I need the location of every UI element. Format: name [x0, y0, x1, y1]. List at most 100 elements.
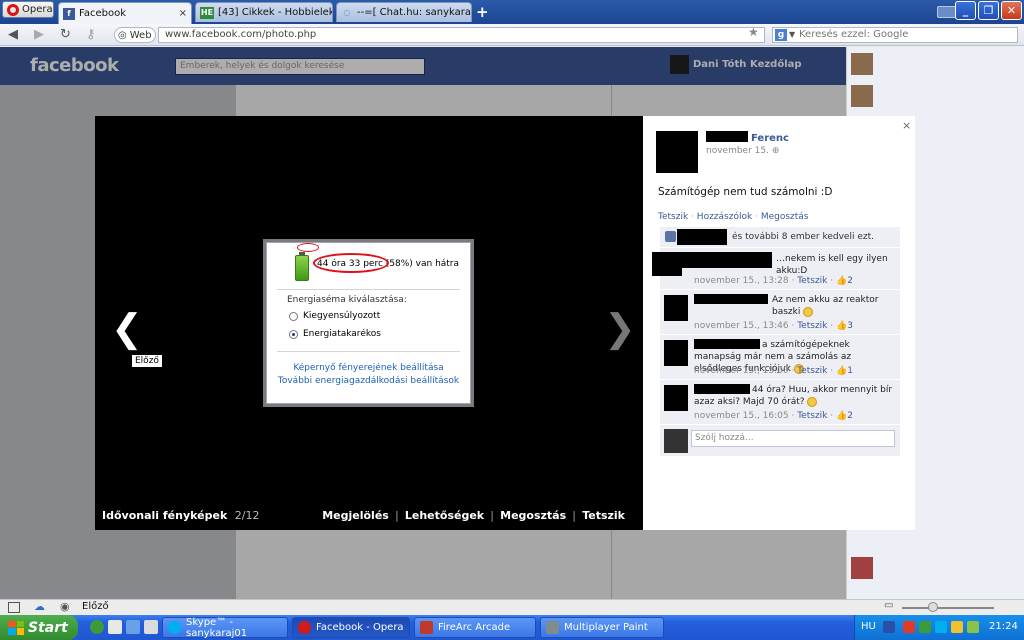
like-link[interactable]: Tetszik	[576, 509, 631, 522]
comment-input[interactable]: Szólj hozzá...	[691, 430, 895, 447]
address-mode-badge[interactable]: ◎ Web	[114, 27, 156, 43]
author-avatar-redacted[interactable]	[656, 131, 698, 173]
view-icon[interactable]: ▭	[884, 600, 896, 611]
taskbar-button-label: FireArc Arcade	[438, 622, 511, 633]
options-link[interactable]: Lehetőségek	[399, 509, 490, 522]
speed-dial-icon[interactable]: ◉	[60, 600, 72, 613]
windows-taskbar: Start Skype™ - sanykaraj01 Facebook - Op…	[0, 615, 1024, 640]
globe-icon: ⊕	[771, 146, 780, 156]
photo-counter: 2/12	[234, 509, 260, 522]
taskbar-opera[interactable]: Facebook - Opera	[292, 617, 410, 638]
like-action-link[interactable]: Tetszik	[658, 212, 688, 222]
opera-icon	[298, 621, 311, 634]
redaction-bar	[677, 229, 727, 245]
taskbar-multiplayer-paint[interactable]: Multiplayer Paint	[540, 617, 664, 638]
share-action-link[interactable]: Megosztás	[761, 212, 809, 222]
reload-icon[interactable]: ↻	[60, 27, 71, 42]
comment-item: 44 óra? Huu, akkor mennyit bír azaz aksi…	[660, 379, 900, 424]
google-icon: g	[775, 29, 787, 41]
cloud-icon[interactable]: ☁	[34, 600, 46, 613]
language-indicator[interactable]: HU	[861, 621, 876, 632]
commenter-avatar-redacted[interactable]	[664, 295, 688, 321]
address-field[interactable]: www.facebook.com/photo.php	[158, 27, 765, 43]
restore-window-button[interactable]: ❐	[978, 1, 999, 20]
zoom-slider-track[interactable]	[902, 607, 994, 609]
start-button[interactable]: Start	[0, 615, 78, 640]
key-icon[interactable]: ⚷	[86, 27, 96, 42]
help-icon[interactable]	[883, 621, 895, 633]
previous-photo-arrow-icon[interactable]: ❮	[111, 309, 143, 347]
chat-favicon-icon: ◌	[343, 8, 351, 17]
comment-text: …nekem is kell egy ilyen akku:D	[776, 254, 888, 276]
system-tray: HU 21:24	[854, 615, 1024, 640]
photo-actions: Megjelölés | Lehetőségek | Megosztás | T…	[316, 509, 631, 522]
battery-tray-icon[interactable]	[967, 621, 979, 633]
photo-viewer: ❮ ❯ Előző 44 óra 33 perc (58%) van hátra…	[95, 116, 643, 530]
zoom-slider-handle[interactable]	[928, 602, 938, 612]
volume-icon[interactable]	[951, 621, 963, 633]
close-icon[interactable]: ×	[902, 119, 911, 132]
search-field[interactable]: g ▼ Keresés ezzel: Google	[772, 27, 1018, 43]
avatar	[664, 429, 688, 453]
next-photo-arrow-icon[interactable]: ❯	[604, 309, 636, 347]
author-name-link[interactable]: Ferenc	[751, 133, 789, 144]
brightness-link: Képernyő fényerejének beállítása	[293, 363, 444, 373]
post-date[interactable]: november 15. ⊕	[706, 146, 779, 156]
thumbs-up-icon	[665, 231, 676, 242]
opera-menu-button[interactable]: Opera	[2, 1, 54, 18]
ticker-item[interactable]	[851, 557, 877, 579]
commenter-avatar-redacted[interactable]	[664, 385, 688, 411]
forward-icon[interactable]: ▶	[34, 27, 44, 42]
skype-icon	[168, 621, 181, 634]
new-tab-button[interactable]: +	[476, 3, 489, 21]
panel-toggle-icon[interactable]	[8, 602, 20, 613]
power-options-link: További energiagazdálkodási beállítások	[277, 376, 460, 386]
previous-tooltip: Előző	[131, 354, 163, 368]
paint-icon	[546, 621, 559, 634]
album-title-link[interactable]: Idővonali fényképek	[102, 509, 227, 522]
comment-text: 44 óra? Huu, akkor mennyit bír azaz aksi…	[694, 385, 893, 407]
back-icon[interactable]: ◀	[8, 27, 18, 42]
tab-close-icon[interactable]: ×	[179, 8, 187, 19]
ticker-item[interactable]	[851, 53, 877, 75]
bookmark-star-icon[interactable]: ★	[748, 25, 759, 39]
smiley-icon	[807, 396, 818, 407]
redaction-bar	[652, 268, 682, 276]
taskbar-button-label: Facebook - Opera	[316, 622, 404, 633]
taskbar-firearc[interactable]: FireArc Arcade	[414, 617, 536, 638]
share-link[interactable]: Megosztás	[494, 509, 572, 522]
likes-text[interactable]: és további 8 ember kedveli ezt.	[732, 232, 874, 242]
tab-hobbielektronika[interactable]: HE [43] Cikkek - Hobbielektr… ×	[195, 2, 333, 22]
write-comment-box: Szólj hozzá...	[660, 424, 900, 456]
annotation-ring	[313, 253, 389, 273]
commenter-avatar-redacted[interactable]	[664, 340, 688, 366]
radio-balanced	[289, 312, 298, 321]
radio-balanced-label: Kiegyensúlyozott	[303, 311, 381, 321]
likes-summary: és további 8 ember kedveli ezt.	[660, 227, 900, 247]
post-status-text: Számítógép nem tud számolni :D	[658, 186, 833, 198]
skype-tray-icon[interactable]	[935, 621, 947, 633]
radio-power-saver-label: Energiatakarékos	[303, 329, 381, 339]
battery-icon	[295, 252, 309, 281]
quicklaunch-browser-icon[interactable]	[126, 620, 140, 634]
tab-facebook[interactable]: f Facebook ×	[58, 2, 192, 24]
address-mode-label: Web	[129, 29, 152, 41]
tab-chat[interactable]: ◌ --=[ Chat.hu: sanykaraj … ×	[336, 2, 472, 22]
redaction-bar	[706, 131, 748, 142]
quicklaunch-utorrent-icon[interactable]	[90, 620, 104, 634]
tag-photo-link[interactable]: Megjelölés	[316, 509, 395, 522]
status-text: Előző	[82, 601, 109, 612]
comment-action-link[interactable]: Hozzászólok	[697, 212, 752, 222]
quicklaunch-outlook-icon[interactable]	[108, 620, 122, 634]
quicklaunch-desktop-icon[interactable]	[144, 620, 158, 634]
antivirus-icon[interactable]	[903, 621, 915, 633]
ticker-item[interactable]	[851, 85, 877, 107]
browser-tab-strip: Opera f Facebook × HE [43] Cikkek - Hobb…	[0, 0, 1024, 24]
close-window-button[interactable]: ✕	[1001, 1, 1022, 20]
comment-meta: november 15., 13:28 · Tetszik · 👍2	[694, 276, 853, 286]
network-icon[interactable]	[919, 621, 931, 633]
taskbar-skype[interactable]: Skype™ - sanykaraj01	[162, 617, 288, 639]
comment-meta: november 15., 16:05 · Tetszik · 👍2	[694, 411, 853, 421]
minimize-window-button[interactable]: _	[955, 1, 976, 20]
tab-panel-toggle-button[interactable]	[937, 6, 957, 18]
